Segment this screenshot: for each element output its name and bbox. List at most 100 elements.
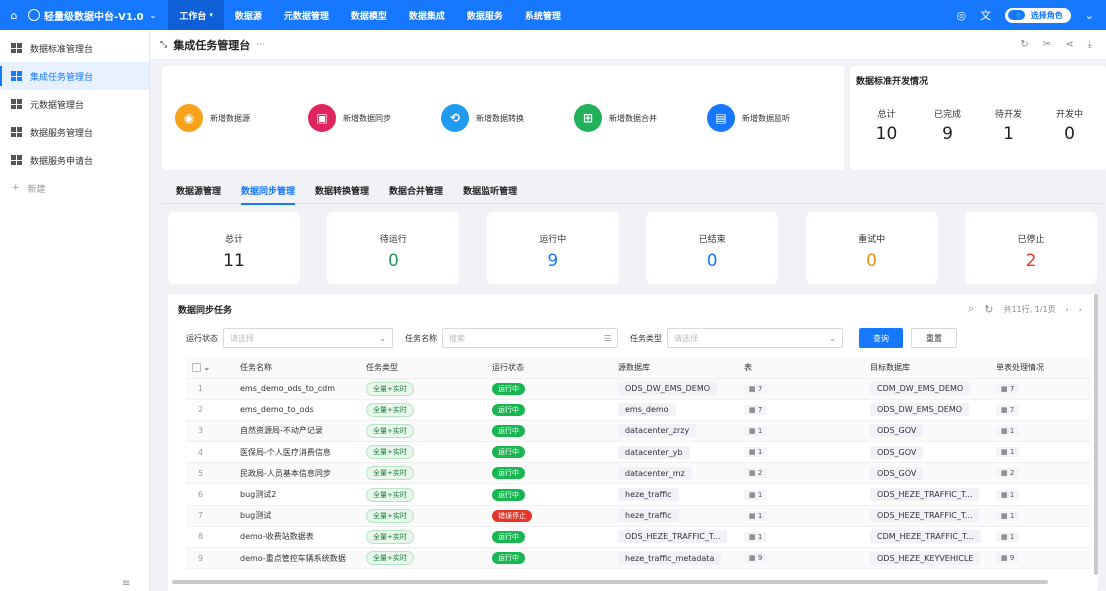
- nav-item-metadata[interactable]: 元数据管理: [273, 0, 340, 30]
- table-row[interactable]: 8 demo-收费站数据表 全量+实时 运行中 ODS_HEZE_TRAFFIC_T..…: [186, 526, 1090, 549]
- reset-button[interactable]: 重置: [911, 328, 957, 348]
- home-icon[interactable]: ⌂: [6, 7, 22, 23]
- tables-count[interactable]: ▦ 1: [744, 489, 768, 500]
- chevron-down-icon[interactable]: ⌄: [1085, 9, 1094, 22]
- nav-item-service[interactable]: 数据服务: [456, 0, 514, 30]
- refresh-icon[interactable]: ↻: [1020, 39, 1028, 50]
- sidebar-item-label: 数据服务申请台: [30, 156, 94, 167]
- status-select[interactable]: 请选择 ⌄: [223, 328, 393, 348]
- query-button[interactable]: 查询: [859, 328, 903, 348]
- single-count[interactable]: ▦ 1: [996, 425, 1020, 436]
- table-icon: ▦: [1001, 469, 1010, 478]
- search-icon[interactable]: ⌕: [968, 302, 974, 316]
- download-icon[interactable]: ⤓: [1088, 39, 1092, 50]
- tables-count[interactable]: ▦ 7: [744, 383, 768, 394]
- sidebar-item-service[interactable]: 数据服务管理台: [0, 118, 149, 146]
- table-row[interactable]: 4 医保局-个人医疗消费信息 全量+实时 运行中 datacenter_yb ▦ 1 ODS…: [186, 441, 1090, 464]
- source-db: datacenter_zrzy: [618, 424, 697, 438]
- task-type-tag: 全量+实时: [366, 529, 414, 544]
- table-row[interactable]: 7 bug测试 全量+实时 错误停止 heze_traffic ▦ 1 ODS_HEZE_T…: [186, 505, 1090, 527]
- target-cell: ODS_GOV: [864, 441, 990, 464]
- select-all-header[interactable]: ⌄: [186, 358, 234, 379]
- quick-add-monitor[interactable]: ▤ 新增数据监听: [707, 104, 840, 132]
- tables-count[interactable]: ▦ 1: [744, 510, 768, 521]
- col-target: 目标数据库: [864, 358, 990, 379]
- sidebar-item-integration[interactable]: 集成任务管理台: [0, 62, 149, 90]
- name-search-input[interactable]: 搜索 ☰: [442, 328, 618, 348]
- target-db: ODS_GOV: [870, 466, 924, 480]
- sidebar-item-metadata[interactable]: 元数据管理台: [0, 90, 149, 118]
- single-count[interactable]: ▦ 2: [996, 468, 1020, 479]
- task-type-cell: 全量+实时: [360, 526, 486, 549]
- tables-count[interactable]: ▦ 9: [744, 553, 768, 564]
- vertical-scrollbar[interactable]: [1094, 294, 1098, 575]
- nav-item-datamodel[interactable]: 数据模型: [340, 0, 398, 30]
- target-db: ODS_HEZE_TRAFFIC_T...: [870, 509, 980, 523]
- source-cell: heze_traffic: [612, 505, 738, 527]
- status-cell: 运行中: [486, 378, 612, 400]
- notification-icon[interactable]: ◎: [956, 9, 966, 22]
- prev-page-icon[interactable]: ‹: [1066, 305, 1069, 314]
- type-filter-label: 任务类型: [630, 333, 662, 343]
- task-name: bug测试2: [234, 483, 360, 506]
- quick-add-datasource[interactable]: ◉ 新增数据源: [175, 104, 308, 132]
- task-name: ems_demo_to_ods: [234, 399, 360, 421]
- single-count[interactable]: ▦ 1: [996, 447, 1020, 458]
- brand-switcher[interactable]: 轻量级数据中台-V1.0 ⌄: [28, 8, 156, 23]
- sidebar-item-apply[interactable]: 数据服务申请台: [0, 146, 149, 174]
- table-row[interactable]: 1 ems_demo_ods_to_cdm 全量+实时 运行中 ODS_DW_EMS_D…: [186, 378, 1090, 400]
- refresh-icon[interactable]: ↻: [984, 303, 993, 316]
- stat-card: 待运行 0: [327, 212, 460, 284]
- tab-sync[interactable]: 数据同步管理: [233, 176, 303, 205]
- tables-count[interactable]: ▦ 1: [744, 447, 768, 458]
- single-count[interactable]: ▦ 1: [996, 510, 1020, 521]
- collapse-menu-icon[interactable]: ≡: [122, 578, 130, 589]
- expand-icon[interactable]: ⤡: [160, 40, 167, 50]
- task-type-cell: 全量+实时: [360, 483, 486, 506]
- more-icon[interactable]: ···: [256, 40, 265, 50]
- horizontal-scrollbar[interactable]: [172, 580, 1048, 584]
- table-icon: ▦: [749, 426, 758, 435]
- table-row[interactable]: 3 自然资源局-不动产记录 全量+实时 运行中 datacenter_zrzy ▦ 1 OD…: [186, 420, 1090, 443]
- tables-count[interactable]: ▦ 1: [744, 425, 768, 436]
- task-name: demo-重点管控车辆系统数据: [234, 547, 360, 570]
- nav-item-system[interactable]: 系统管理: [514, 0, 572, 30]
- single-cell: ▦ 1: [990, 441, 1090, 464]
- task-name: ems_demo_ods_to_cdm: [234, 378, 360, 400]
- role-selector[interactable]: 👥 选择角色: [1005, 7, 1071, 23]
- nav-item-integration[interactable]: 数据集成: [398, 0, 456, 30]
- tables-count[interactable]: ▦ 7: [744, 404, 768, 415]
- tab-transform[interactable]: 数据转换管理: [307, 176, 377, 204]
- translate-icon[interactable]: 文: [980, 7, 991, 23]
- table-row[interactable]: 6 bug测试2 全量+实时 运行中 heze_traffic ▦ 1 ODS_HEZE_T…: [186, 483, 1090, 506]
- single-count[interactable]: ▦ 9: [996, 553, 1020, 564]
- row-index: 1: [186, 378, 234, 400]
- type-select[interactable]: 请选择 ⌄: [667, 328, 843, 348]
- single-count[interactable]: ▦ 1: [996, 531, 1020, 542]
- quick-add-sync[interactable]: ▣ 新增数据同步: [308, 104, 441, 132]
- tab-merge[interactable]: 数据合并管理: [381, 176, 451, 204]
- sidebar-item-standard[interactable]: 数据标准管理台: [0, 34, 149, 62]
- nav-item-datasource[interactable]: 数据源: [224, 0, 273, 30]
- quick-add-merge[interactable]: ⊞ 新增数据合并: [574, 104, 707, 132]
- single-count[interactable]: ▦ 7: [996, 404, 1020, 415]
- nav-item-workbench[interactable]: 工作台 ▾: [168, 0, 224, 30]
- share-icon[interactable]: ⋖: [1065, 39, 1073, 50]
- tab-monitor[interactable]: 数据监听管理: [455, 176, 525, 204]
- table-row[interactable]: 5 民政局-人员基本信息同步 全量+实时 运行中 datacenter_mz ▦ 2 ODS…: [186, 462, 1090, 485]
- target-cell: CDM_HEZE_TRAFFIC_T...: [864, 526, 990, 549]
- table-row[interactable]: 2 ems_demo_to_ods 全量+实时 运行中 ems_demo ▦ 7 ODS_D…: [186, 399, 1090, 421]
- status-badge: 错误停止: [492, 509, 532, 522]
- table-row[interactable]: 9 demo-重点管控车辆系统数据 全量+实时 运行中 heze_traffic_met…: [186, 547, 1090, 570]
- sidebar-add[interactable]: + 新建: [0, 174, 149, 202]
- scissors-icon[interactable]: ✂: [1043, 39, 1051, 50]
- single-count[interactable]: ▦ 1: [996, 489, 1020, 500]
- grid-icon: [11, 43, 22, 53]
- single-count[interactable]: ▦ 7: [996, 383, 1020, 394]
- tables-count[interactable]: ▦ 1: [744, 531, 768, 542]
- tab-datasource[interactable]: 数据源管理: [162, 176, 229, 204]
- select-all-checkbox[interactable]: [192, 363, 201, 373]
- tables-count[interactable]: ▦ 2: [744, 468, 768, 479]
- next-page-icon[interactable]: ›: [1079, 305, 1082, 314]
- quick-add-transform[interactable]: ⟲ 新增数据转换: [441, 104, 574, 132]
